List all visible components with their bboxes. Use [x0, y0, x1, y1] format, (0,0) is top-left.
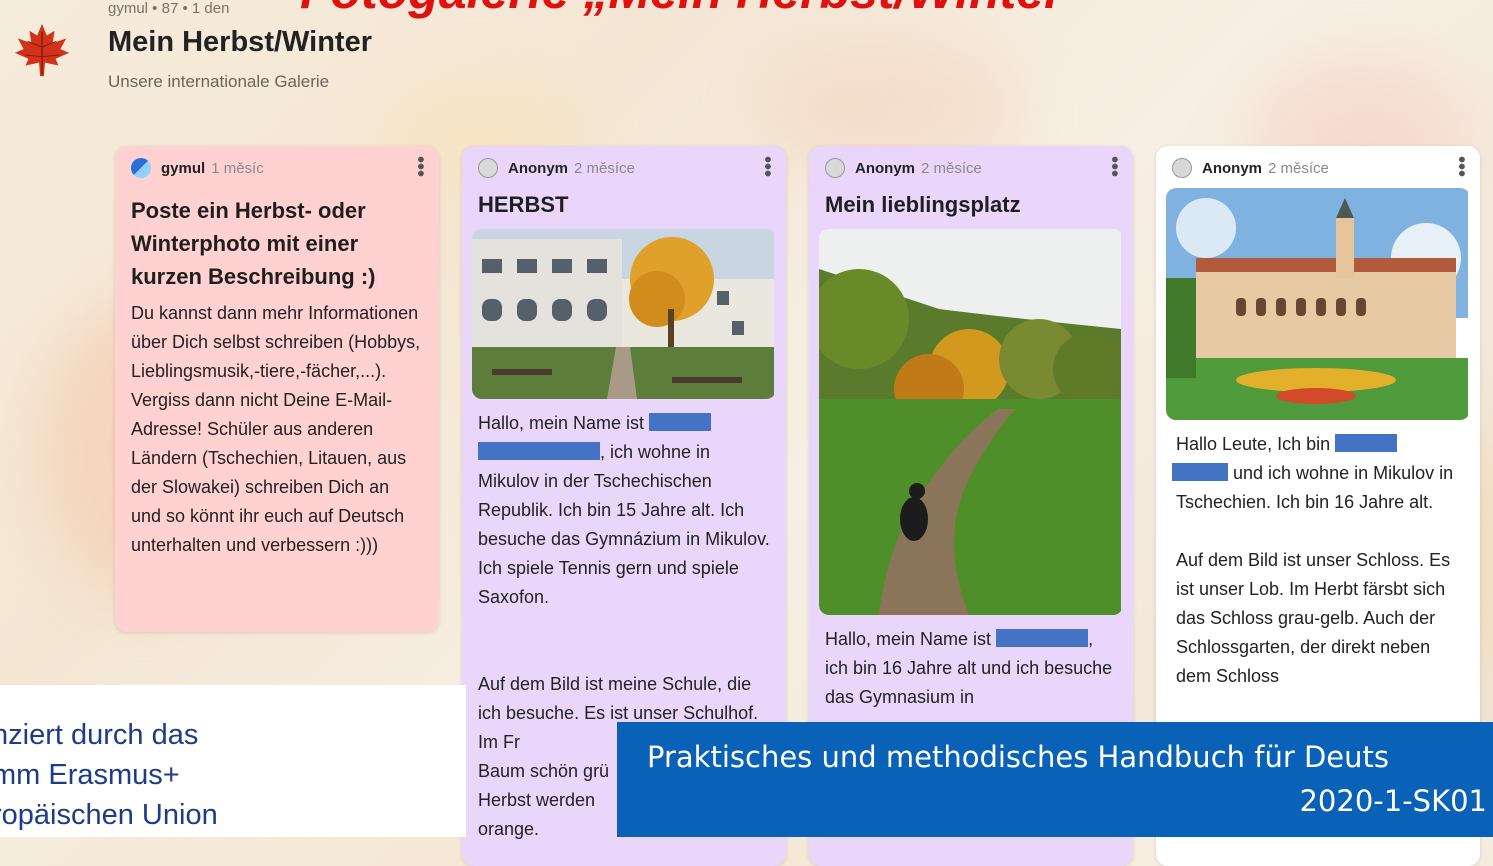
slide-title: Fotogalerie „Mein Herbst/Winter“	[300, 0, 1089, 16]
post-body-text: Auf dem Bild ist unser Schloss. Es ist u…	[1176, 550, 1451, 686]
logo-line: mm Erasmus+	[0, 759, 180, 791]
castle-photo[interactable]	[1166, 188, 1470, 420]
more-options-icon[interactable]: •••	[409, 156, 431, 177]
redacted-name	[649, 413, 712, 431]
post-author: Anonym	[855, 159, 915, 177]
footer-banner: Praktisches und methodisches Handbuch fü…	[617, 722, 1493, 837]
redacted-name	[478, 442, 600, 460]
anonymous-avatar-icon	[1172, 158, 1192, 178]
pad-title: Mein Herbst/Winter	[108, 26, 372, 58]
post-body: Du kannst dann mehr Informationen über D…	[131, 303, 421, 555]
post-body-text: , ich wohne in Mikulov in der Tschechisc…	[478, 442, 770, 607]
post-time: 2 měsíce	[1268, 159, 1329, 177]
avatar	[131, 158, 151, 178]
pad-meta: gymul • 87 • 1 den	[108, 0, 230, 17]
logo-line: nziert durch das	[0, 719, 199, 751]
post-time: 2 měsíce	[574, 159, 635, 177]
post-body: Hallo Leute, Ich bin und ich wohne in Mi…	[1172, 430, 1464, 691]
anonymous-avatar-icon	[825, 158, 845, 178]
post-body: Hallo, mein Name ist , ich bin 16 Jahre …	[825, 629, 1113, 707]
post-author: gymul	[161, 159, 206, 177]
post-body-text: ich bin 16 Jahre alt und ich besuche das…	[825, 658, 1113, 707]
more-options-icon[interactable]: •••	[756, 156, 778, 177]
project-number: 2020-1-SK01	[1299, 784, 1487, 818]
autumn-path-photo[interactable]	[819, 229, 1123, 615]
post-body-text: Baum schön grü	[478, 761, 610, 781]
post-body-intro: Hallo, mein Name ist	[825, 629, 992, 649]
post-author: Anonym	[1202, 159, 1262, 177]
redacted-name	[1335, 434, 1398, 452]
school-building-photo[interactable]	[472, 229, 776, 399]
logo-line: ropäischen Union	[0, 799, 218, 831]
post-time: 2 měsíce	[921, 159, 982, 177]
post-body-intro: Hallo, mein Name ist	[478, 413, 645, 433]
erasmus-funding-text: nziert durch das mm Erasmus+ ropäischen …	[0, 715, 218, 835]
pad-subtitle: Unsere internationale Galerie	[108, 72, 330, 91]
more-options-icon[interactable]: •••	[1450, 156, 1472, 177]
post-body-text: orange.	[478, 819, 540, 839]
post-title: Mein lieblingsplatz	[825, 192, 1021, 217]
footer-title: Praktisches und methodisches Handbuch fü…	[647, 740, 1389, 774]
post-body-text: Herbst werden	[478, 790, 596, 810]
redacted-name	[996, 629, 1089, 647]
post-author: Anonym	[508, 159, 568, 177]
more-options-icon[interactable]: •••	[1103, 156, 1125, 177]
post-time: 1 měsíc	[211, 159, 264, 177]
post-card[interactable]: gymul 1 měsíc ••• Poste ein Herbst- oder…	[115, 146, 439, 632]
anonymous-avatar-icon	[478, 158, 498, 178]
maple-leaf-icon	[14, 23, 70, 77]
post-title: HERBST	[478, 192, 569, 217]
post-title: Poste ein Herbst- oder Winterphoto mit e…	[131, 198, 376, 289]
post-body-intro: Hallo Leute, Ich bin	[1176, 434, 1331, 454]
redacted-name	[1172, 463, 1228, 481]
